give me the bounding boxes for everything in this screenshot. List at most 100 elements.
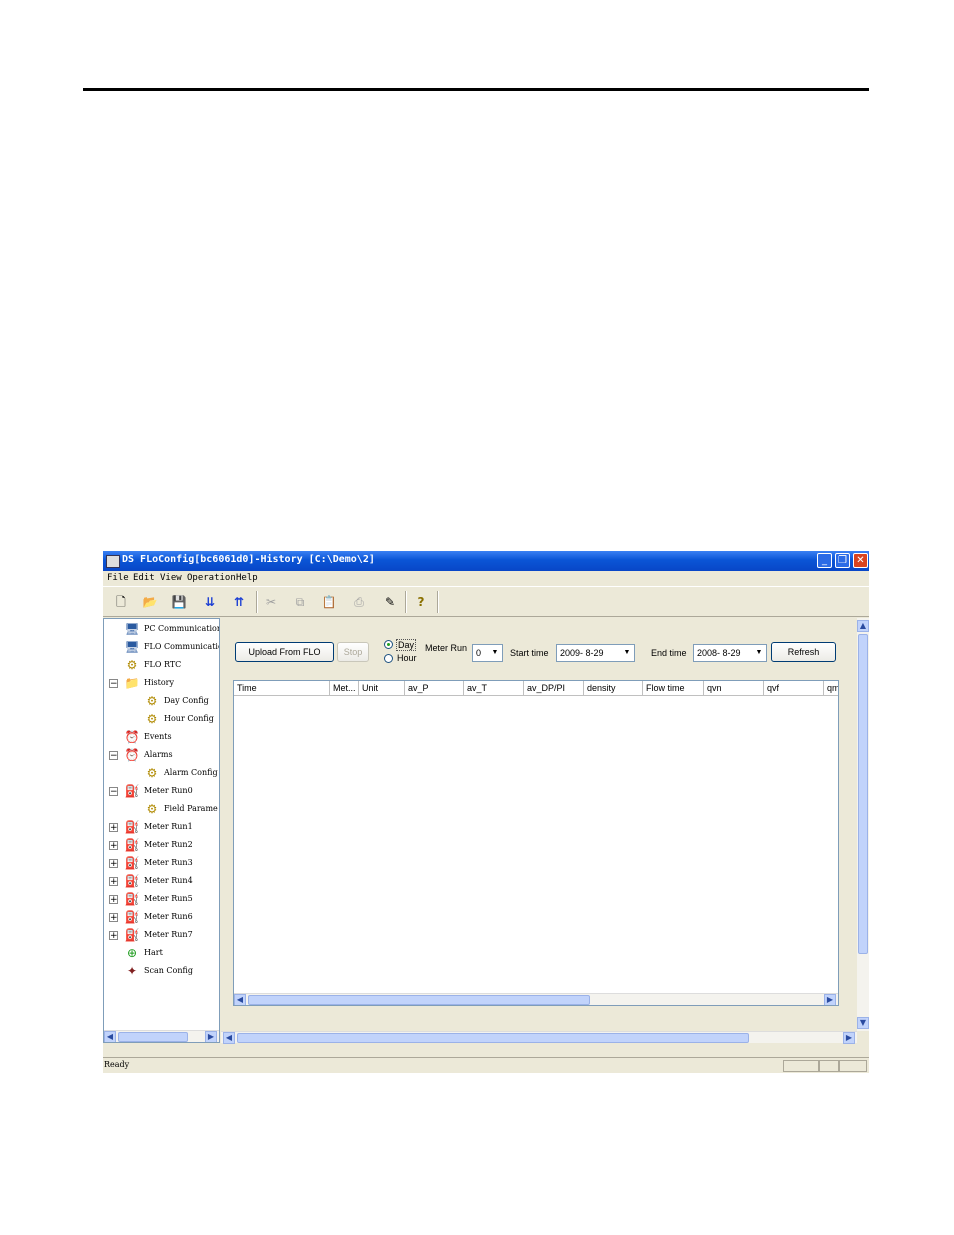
panel-horizontal-scrollbar[interactable]: ◀ ▶ [221,1031,857,1044]
menu-view[interactable]: View [160,573,182,583]
menu-file[interactable]: File [107,573,129,583]
tree-expander-meter-run5[interactable]: + [109,895,118,905]
scroll-right-icon[interactable]: ▶ [843,1032,855,1044]
history-panel: Upload From FLO Stop Day Hour Meter Run … [221,618,869,1044]
table-scroll-thumb[interactable] [248,995,590,1005]
print-icon[interactable]: ⎙ [349,592,369,612]
gear-icon: ⚙ [146,712,158,726]
start-time-label: Start time [510,648,549,658]
scroll-down-icon[interactable]: ▼ [857,1017,869,1029]
column-qvf[interactable]: qvf [764,681,824,695]
hart-icon: ⊕ [126,946,138,960]
panel-hscroll-thumb[interactable] [237,1033,749,1043]
meter-icon: ⛽ [124,820,140,834]
save-icon[interactable]: 💾 [169,592,189,612]
start-time-picker[interactable]: 2009- 8-29 ▼ [556,644,635,662]
open-folder-icon[interactable]: 📂 [140,592,160,612]
radio-hour[interactable] [384,654,393,663]
scroll-left-icon[interactable]: ◀ [104,1031,116,1042]
meter-run-select[interactable]: 0 ▼ [472,644,503,662]
close-button[interactable]: ✕ [853,553,868,568]
scroll-right-icon[interactable]: ▶ [824,994,836,1005]
chevron-down-icon[interactable]: ▼ [753,646,765,660]
table-horizontal-scrollbar[interactable]: ◀ ▶ [234,993,838,1005]
scroll-left-icon[interactable]: ◀ [234,994,246,1005]
help-icon[interactable]: ? [411,592,431,612]
upload-from-flo-button[interactable]: Upload From FLO [235,642,334,662]
column-av-p[interactable]: av_P [405,681,464,695]
title-bar[interactable]: DS FLoConfig[bc6061d0]-History [C:\Demo\… [103,551,869,571]
menu-edit[interactable]: Edit [133,573,155,583]
status-pane [819,1060,839,1072]
cut-icon[interactable]: ✂ [261,592,281,612]
stop-button[interactable]: Stop [337,642,369,662]
scroll-up-icon[interactable]: ▲ [857,620,869,632]
download-icon[interactable]: ⇊ [198,592,222,612]
scroll-left-icon[interactable]: ◀ [223,1032,235,1044]
column-unit[interactable]: Unit [359,681,405,695]
minimize-button[interactable]: _ [817,553,832,568]
menu-operation[interactable]: Operation [187,573,236,583]
meter-icon: ⛽ [124,910,140,924]
history-table-header: Time Met... Unit av_P av_T av_DP/PI dens… [234,681,838,696]
tree-expander-meter-run7[interactable]: + [109,931,118,941]
scan-icon: ✦ [126,964,138,978]
column-av-dp-pi[interactable]: av_DP/PI [524,681,584,695]
window-title: DS FLoConfig[bc6061d0]-History [C:\Demo\… [122,554,375,565]
tree-expander-meter-run4[interactable]: + [109,877,118,887]
end-time-picker[interactable]: 2008- 8-29 ▼ [693,644,767,662]
column-time[interactable]: Time [234,681,330,695]
new-file-icon[interactable]: 🗋 [111,592,131,612]
end-time-label: End time [651,648,687,658]
radio-hour-label: Hour [397,653,417,663]
meter-icon: ⛽ [124,856,140,870]
meter-run-label: Meter Run [425,643,468,653]
column-meter[interactable]: Met... [330,681,359,695]
chevron-down-icon[interactable]: ▼ [489,646,501,660]
folder-icon: 📁 [124,676,140,690]
upload-icon[interactable]: ⇈ [227,592,251,612]
page-header-rule [83,88,869,91]
tree-expander-meter-run6[interactable]: + [109,913,118,923]
tree-expander-history[interactable]: − [109,679,118,689]
tree-expander-meter-run3[interactable]: + [109,859,118,869]
meter-icon: ⛽ [124,838,140,852]
app-window: DS FLoConfig[bc6061d0]-History [C:\Demo\… [103,551,869,1073]
gear-icon: ⚙ [146,694,158,708]
panel-vertical-scrollbar[interactable]: ▲ ▼ [857,618,869,1031]
gear-icon: ⚙ [146,766,158,780]
tree-expander-meter-run2[interactable]: + [109,841,118,851]
maximize-button[interactable]: ❐ [835,553,850,568]
menu-bar: File Edit View Operation Help [103,571,869,586]
radio-day[interactable] [384,640,393,649]
column-qvn[interactable]: qvn [704,681,764,695]
chevron-down-icon[interactable]: ▼ [621,646,633,660]
column-flow-time[interactable]: Flow time [643,681,704,695]
navigation-tree: 🖥 PC Communication 🖥 FLO Communicatio ⚙ … [103,618,220,1043]
status-pane [839,1060,867,1072]
column-av-t[interactable]: av_T [464,681,524,695]
edit-icon[interactable]: ✎ [380,592,400,612]
paste-icon[interactable]: 📋 [319,592,339,612]
tree-expander-meter-run0[interactable]: − [109,787,118,797]
history-table: Time Met... Unit av_P av_T av_DP/PI dens… [233,680,839,1006]
gear-icon: ⚙ [126,658,138,672]
copy-icon[interactable]: ⧉ [290,592,310,612]
alarm-icon: ⏰ [124,730,140,744]
menu-help[interactable]: Help [236,573,258,583]
tree-horizontal-scrollbar[interactable]: ◀ ▶ [104,1030,219,1042]
column-qm[interactable]: qm [824,681,838,695]
status-pane [783,1060,819,1072]
status-text: Ready [104,1060,130,1069]
meter-icon: ⛽ [124,928,140,942]
radio-day-label: Day [396,639,417,651]
alarm-icon: ⏰ [124,748,140,762]
toolbar: 🗋 📂 💾 ⇊ ⇈ ✂ ⧉ 📋 ⎙ ✎ ? [103,586,869,617]
column-density[interactable]: density [584,681,643,695]
tree-expander-alarms[interactable]: − [109,751,118,761]
panel-vscroll-thumb[interactable] [858,634,868,954]
tree-expander-meter-run1[interactable]: + [109,823,118,833]
scroll-right-icon[interactable]: ▶ [205,1031,217,1042]
refresh-button[interactable]: Refresh [771,642,836,662]
tree-scroll-thumb[interactable] [118,1032,188,1042]
